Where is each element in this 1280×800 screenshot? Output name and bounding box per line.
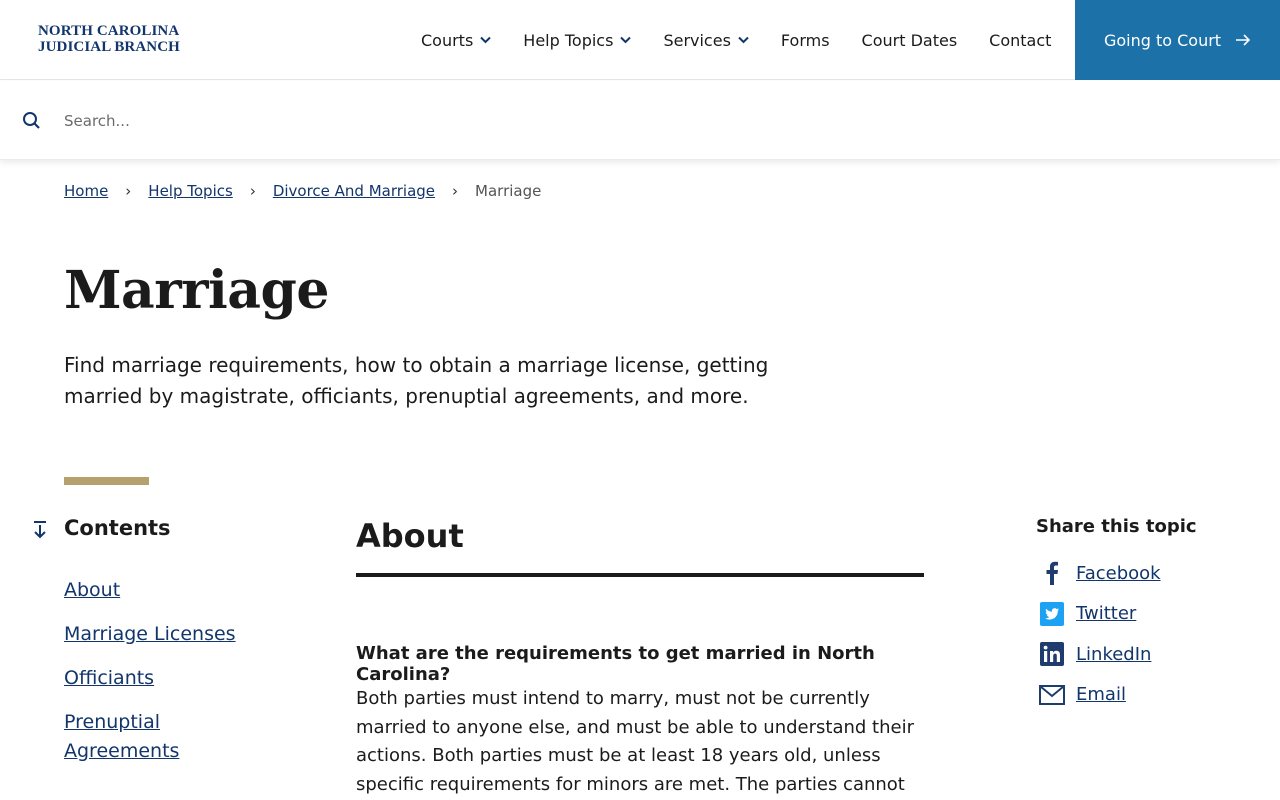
- faq-question: What are the requirements to get married…: [356, 643, 875, 685]
- chevron-right-icon: ›: [249, 182, 256, 200]
- share-facebook[interactable]: Facebook: [1036, 558, 1161, 588]
- logo-line-2: JUDICIAL BRANCH: [38, 39, 180, 55]
- breadcrumb-divorce-and-marriage[interactable]: Divorce And Marriage: [273, 182, 435, 200]
- nav-forms-label: Forms: [780, 30, 830, 50]
- nav-help-topics-label: Help Topics: [523, 30, 614, 50]
- search-icon[interactable]: [22, 111, 41, 130]
- nav-help-topics[interactable]: Help Topics: [507, 0, 647, 80]
- share-email-link[interactable]: Email: [1076, 684, 1126, 705]
- contents-title: Contents: [64, 516, 171, 540]
- nav-services[interactable]: Services: [647, 0, 764, 80]
- share-linkedin[interactable]: LinkedIn: [1036, 639, 1161, 669]
- chevron-down-icon: [620, 36, 632, 44]
- breadcrumb: Home › Help Topics › Divorce And Marriag…: [64, 182, 541, 200]
- share-email[interactable]: Email: [1036, 680, 1161, 710]
- toc-link-officiants[interactable]: Officiants: [64, 664, 264, 693]
- share-list: Facebook Twitter LinkedIn Email: [1036, 558, 1161, 720]
- going-to-court-label: Going to Court: [1103, 30, 1222, 50]
- chevron-down-icon: [480, 36, 492, 44]
- nav-court-dates-label: Court Dates: [861, 30, 958, 50]
- nav-contact-label: Contact: [989, 30, 1052, 50]
- share-facebook-link[interactable]: Facebook: [1076, 563, 1161, 584]
- site-header: NORTH CAROLINA JUDICIAL BRANCH Courts He…: [0, 0, 1280, 80]
- nav-courts[interactable]: Courts: [405, 0, 507, 80]
- share-twitter-link[interactable]: Twitter: [1076, 603, 1136, 624]
- share-title: Share this topic: [1036, 516, 1197, 537]
- section-title: About: [356, 517, 464, 555]
- nav-contact[interactable]: Contact: [973, 0, 1067, 80]
- section-divider: [356, 573, 924, 577]
- breadcrumb-help-topics[interactable]: Help Topics: [148, 182, 233, 200]
- logo-line-1: NORTH CAROLINA: [38, 23, 180, 39]
- nav-court-dates[interactable]: Court Dates: [846, 0, 974, 80]
- accent-divider: [64, 477, 149, 485]
- nav-forms[interactable]: Forms: [765, 0, 846, 80]
- site-logo[interactable]: NORTH CAROLINA JUDICIAL BRANCH: [38, 23, 180, 55]
- arrow-down-to-line-icon[interactable]: [30, 520, 50, 540]
- toc-link-about[interactable]: About: [64, 576, 264, 605]
- facebook-icon: [1036, 558, 1068, 588]
- toc-link-marriage-licenses[interactable]: Marriage Licenses: [64, 620, 264, 649]
- arrow-right-icon: [1236, 34, 1251, 46]
- chevron-right-icon: ›: [125, 182, 132, 200]
- faq-answer: Both parties must intend to marry, must …: [356, 688, 914, 795]
- page-lead: Find marriage requirements, how to obtai…: [64, 353, 769, 408]
- breadcrumb-current: Marriage: [475, 182, 542, 200]
- toc-link-prenuptial-agreements[interactable]: Prenuptial Agreements: [64, 708, 264, 766]
- chevron-right-icon: ›: [452, 182, 459, 200]
- chevron-down-icon: [738, 36, 749, 44]
- share-linkedin-link[interactable]: LinkedIn: [1076, 644, 1151, 665]
- nav-courts-label: Courts: [421, 30, 474, 50]
- search-input[interactable]: [64, 107, 1244, 135]
- linkedin-icon: [1036, 639, 1068, 669]
- email-icon: [1036, 680, 1068, 710]
- breadcrumb-home[interactable]: Home: [64, 182, 108, 200]
- main-nav: Courts Help Topics Services Forms Court …: [405, 0, 1067, 80]
- twitter-icon: [1036, 599, 1068, 629]
- nav-services-label: Services: [663, 30, 731, 50]
- search-bar: [0, 81, 1280, 160]
- table-of-contents: About Marriage Licenses Officiants Prenu…: [64, 576, 264, 781]
- going-to-court-button[interactable]: Going to Court: [1075, 0, 1280, 80]
- share-twitter[interactable]: Twitter: [1036, 599, 1161, 629]
- page-title: Marriage: [64, 260, 329, 321]
